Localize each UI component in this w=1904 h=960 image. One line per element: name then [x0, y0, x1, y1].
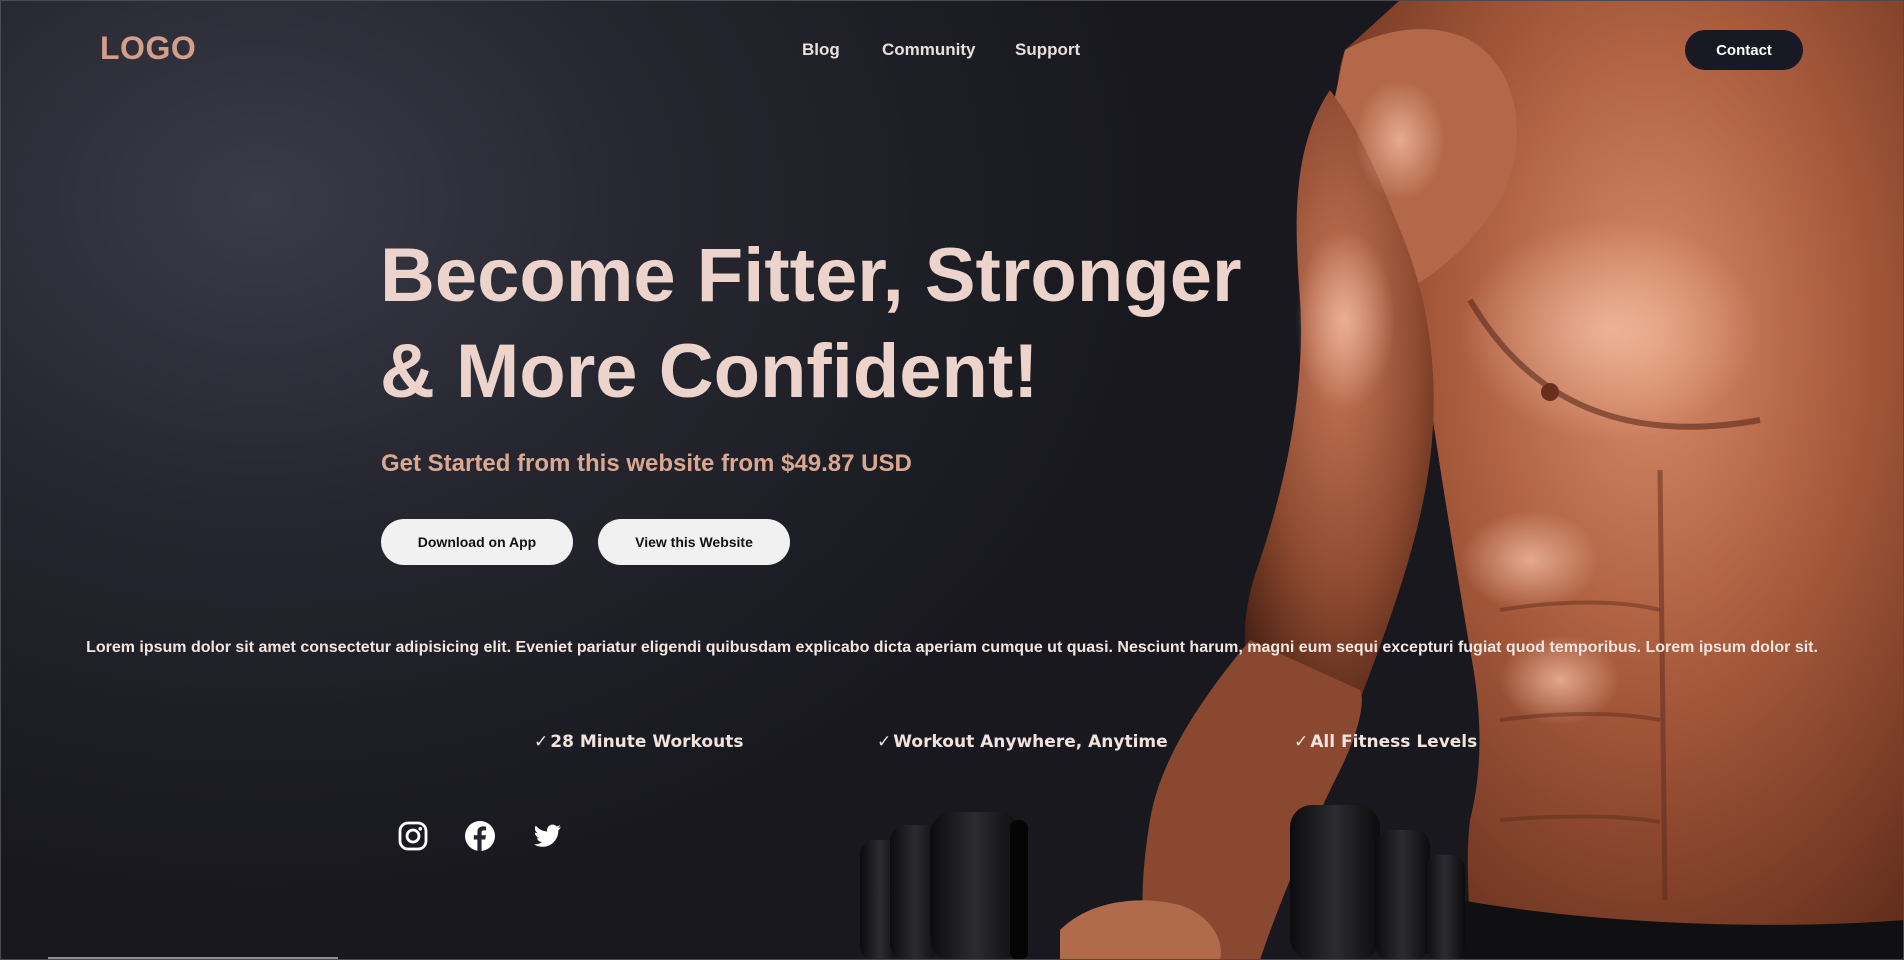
feature-item: ✓ Workout Anywhere, Anytime — [877, 732, 1168, 752]
feature-label: All Fitness Levels — [1310, 732, 1478, 752]
checkmark-icon: ✓ — [534, 732, 549, 752]
athlete-illustration — [860, 0, 1904, 960]
view-website-button[interactable]: View this Website — [598, 519, 790, 565]
feature-list: ✓ 28 Minute Workouts ✓ Workout Anywhere, A… — [0, 732, 1904, 756]
nav-link-blog[interactable]: Blog — [802, 40, 840, 60]
checkmark-icon: ✓ — [877, 732, 892, 752]
twitter-icon[interactable] — [531, 820, 563, 852]
download-app-button[interactable]: Download on App — [381, 519, 573, 565]
hero-subheadline: Get Started from this website from $49.8… — [381, 450, 912, 477]
feature-item: ✓ 28 Minute Workouts — [534, 732, 743, 752]
feature-item: ✓ All Fitness Levels — [1294, 732, 1477, 752]
social-links — [0, 820, 1904, 852]
instagram-icon[interactable] — [397, 820, 429, 852]
nav-link-community[interactable]: Community — [882, 40, 976, 60]
checkmark-icon: ✓ — [1294, 732, 1309, 752]
feature-label: Workout Anywhere, Anytime — [893, 732, 1168, 752]
hero-headline-line-2: & More Confident! — [380, 329, 1039, 414]
hero-section: LOGO Blog Community Support Contact Beco… — [0, 0, 1904, 960]
facebook-icon[interactable] — [464, 820, 496, 852]
main-nav: Blog Community Support — [0, 40, 1904, 62]
nav-link-support[interactable]: Support — [1015, 40, 1080, 60]
feature-label: 28 Minute Workouts — [550, 732, 744, 752]
hero-description: Lorem ipsum dolor sit amet consectetur a… — [86, 639, 1818, 656]
contact-button[interactable]: Contact — [1685, 30, 1803, 70]
hero-background-image — [0, 0, 1904, 960]
hero-headline: Become Fitter, Stronger & More Confident… — [380, 228, 1280, 420]
hero-headline-line-1: Become Fitter, Stronger — [380, 233, 1242, 318]
